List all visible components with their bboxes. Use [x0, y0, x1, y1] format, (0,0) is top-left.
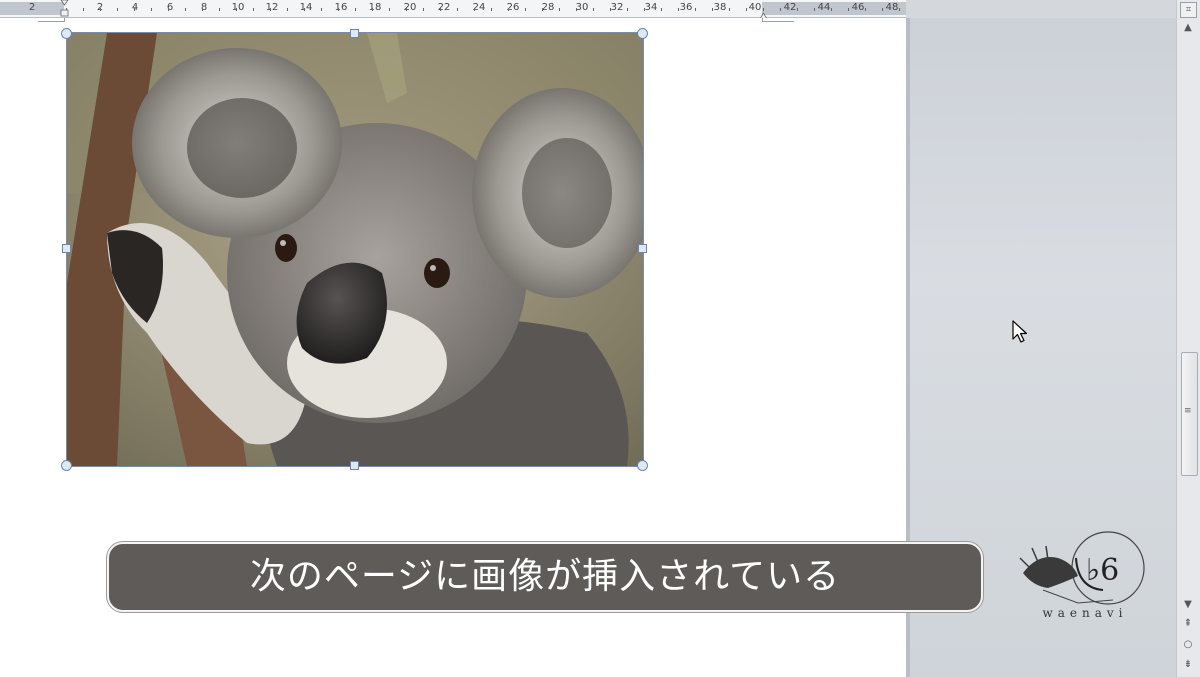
resize-handle-left[interactable]: [62, 244, 71, 253]
ruler-tick: [406, 8, 407, 11]
ruler-tick: [695, 8, 696, 11]
ruler-tick: [831, 8, 832, 11]
scroll-grip-icon: ≡: [1184, 406, 1192, 416]
ruler-tick-label: 2: [28, 2, 36, 13]
ruler-tick: [117, 8, 118, 11]
horizontal-ruler[interactable]: 2246810121416182022242628303234363840424…: [0, 0, 906, 20]
ruler-tick: [678, 8, 679, 11]
ruler-tick: [508, 8, 509, 11]
ruler-tick: [304, 8, 305, 11]
ruler-tick: [423, 8, 424, 11]
ruler-tick-label: 46: [851, 2, 865, 13]
ruler-tick: [865, 8, 866, 11]
ruler-tick: [797, 8, 798, 11]
resize-handle-bottom-right[interactable]: [637, 460, 648, 471]
previous-page-icon[interactable]: ⇞: [1180, 616, 1196, 632]
resize-handle-right[interactable]: [638, 244, 647, 253]
ruler-tick-label: 38: [713, 2, 727, 13]
vertical-scrollbar[interactable]: [1176, 0, 1200, 677]
ruler-tick: [780, 8, 781, 11]
ruler-tick: [593, 8, 594, 11]
ruler-tick-label: 44: [817, 2, 831, 13]
page-corner-mark: [762, 21, 794, 22]
mouse-pointer-icon: [1012, 320, 1030, 346]
logo-text: waenavi: [1042, 606, 1128, 620]
view-ruler-button[interactable]: ⌗: [1180, 2, 1197, 18]
ruler-tick: [338, 8, 339, 11]
ruler-tick-label: 16: [334, 2, 348, 13]
scroll-down-icon[interactable]: ▼: [1180, 598, 1196, 612]
svg-text:♭6: ♭6: [1086, 553, 1119, 588]
ruler-tick: [355, 8, 356, 11]
resize-handle-top-left[interactable]: [61, 28, 72, 39]
page-corner-mark: [64, 18, 65, 22]
ruler-tick: [746, 8, 747, 11]
ruler-tick-label: 14: [299, 2, 313, 13]
ruler-tick: [661, 8, 662, 11]
ruler-tick-label: 32: [610, 2, 624, 13]
ruler-tick-label: 30: [575, 2, 589, 13]
ruler-tick: [644, 8, 645, 11]
ruler-tick-label: 48: [885, 2, 899, 13]
page-corner-mark: [762, 18, 763, 22]
inserted-koala-picture[interactable]: [66, 32, 644, 467]
ruler-tick: [202, 8, 203, 11]
ruler-tick-label: 36: [679, 2, 693, 13]
ruler-tick: [83, 8, 84, 11]
ruler-tick: [848, 8, 849, 11]
next-page-icon[interactable]: ⇟: [1180, 657, 1196, 673]
indent-marker[interactable]: [60, 0, 69, 17]
right-indent-marker[interactable]: [759, 4, 768, 20]
ruler-tick: [491, 8, 492, 11]
ruler-tick: [185, 8, 186, 11]
ruler-tick: [559, 8, 560, 11]
ruler-tick: [151, 8, 152, 11]
ruler-tick: [440, 8, 441, 11]
ruler-tick: [253, 8, 254, 11]
ruler-tick-label: 34: [644, 2, 658, 13]
ruler-tick: [321, 8, 322, 11]
ruler-tick: [899, 8, 900, 11]
select-browse-object-icon[interactable]: ○: [1180, 637, 1196, 653]
resize-handle-bottom-left[interactable]: [61, 460, 72, 471]
ruler-tick: [576, 8, 577, 11]
ruler-tick-label: 18: [368, 2, 382, 13]
page-corner-mark: [38, 21, 64, 22]
tutorial-caption: 次のページに画像が挿入されている: [107, 542, 983, 612]
ruler-tick: [525, 8, 526, 11]
ruler-tick-label: 42: [783, 2, 797, 13]
ruler-tick: [270, 8, 271, 11]
ruler-tick-label: 12: [265, 2, 279, 13]
ruler-tick: [474, 8, 475, 11]
ruler-tick: [457, 8, 458, 11]
ruler-tick: [389, 8, 390, 11]
ruler-tick-label: 4: [131, 2, 139, 13]
ruler-tick: [542, 8, 543, 11]
ruler-tick-label: 28: [541, 2, 555, 13]
ruler-tick: [729, 8, 730, 11]
ruler-tick: [627, 8, 628, 11]
ruler-tick: [219, 8, 220, 11]
resize-handle-bottom[interactable]: [350, 461, 359, 470]
ruler-tick: [372, 8, 373, 11]
ruler-tick: [168, 8, 169, 11]
ruler-tick: [134, 8, 135, 11]
ruler-tick-label: 10: [231, 2, 245, 13]
resize-handle-top[interactable]: [350, 29, 359, 38]
ruler-end-area: [906, 0, 1176, 17]
resize-handle-top-right[interactable]: [637, 28, 648, 39]
ruler-tick: [712, 8, 713, 11]
ruler-tick: [236, 8, 237, 11]
ruler-tick: [610, 8, 611, 11]
scroll-up-icon[interactable]: ▲: [1180, 20, 1196, 36]
ruler-tick: [287, 8, 288, 11]
ruler-tick: [814, 8, 815, 11]
ruler-tick: [882, 8, 883, 11]
ruler-tick: [100, 8, 101, 11]
